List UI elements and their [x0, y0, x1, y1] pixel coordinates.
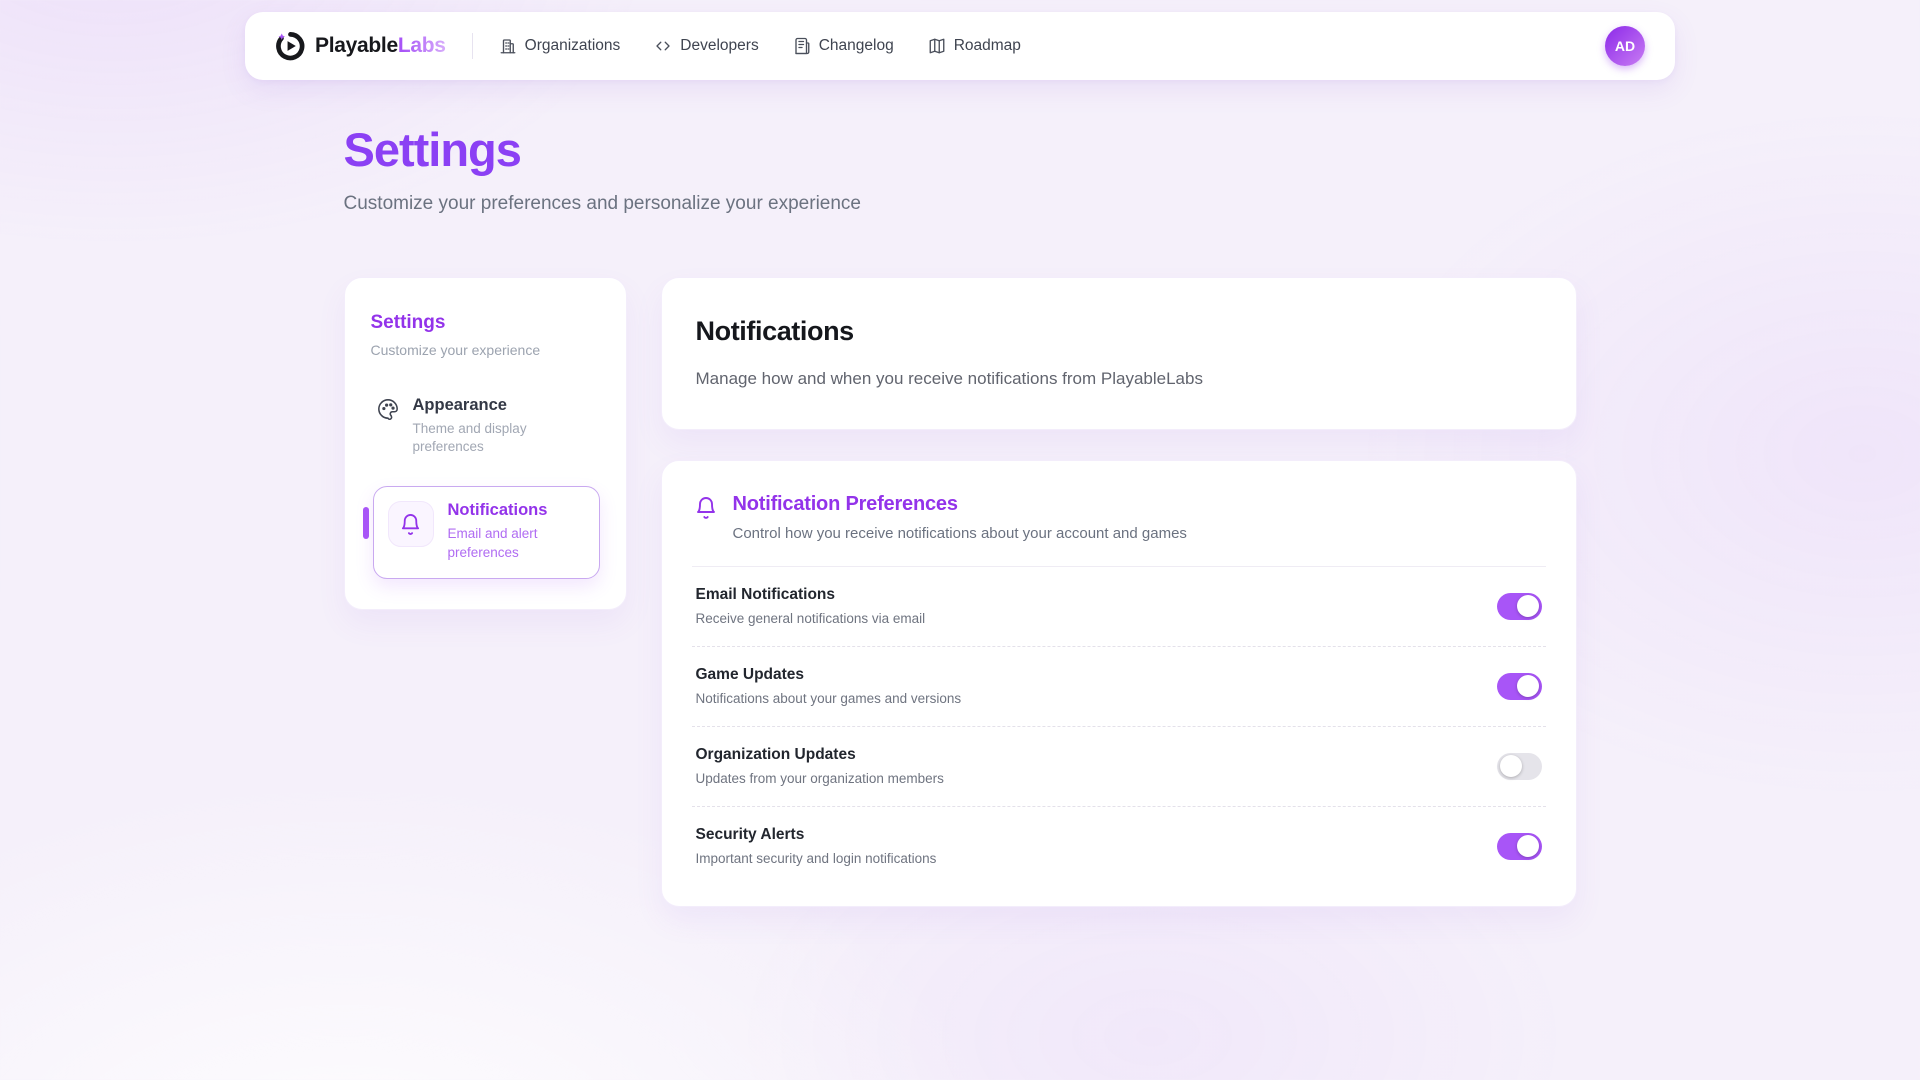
toggle-row-text: Game Updates Notifications about your ga… [696, 666, 962, 706]
toggle-row-label: Security Alerts [696, 826, 937, 844]
nav-item-organizations[interactable]: Organizations [499, 37, 621, 55]
toggle-row-label: Email Notifications [696, 586, 926, 604]
notifications-header-card: Notifications Manage how and when you re… [661, 277, 1577, 430]
toggle-row-description: Receive general notifications via email [696, 611, 926, 626]
toggle-knob [1500, 755, 1522, 777]
nav-item-roadmap[interactable]: Roadmap [928, 37, 1021, 55]
sidebar-item-text: Notifications Email and alert preference… [448, 501, 568, 561]
brand-second: Labs [398, 34, 446, 57]
email-notifications-toggle[interactable] [1497, 593, 1542, 620]
map-icon [928, 37, 946, 55]
section-title: Notifications [696, 316, 1542, 347]
top-nav-bar: PlayableLabs Organizations Developers Ch… [245, 12, 1675, 80]
toggle-row-security-alerts: Security Alerts Important security and l… [692, 807, 1546, 886]
nav-item-label: Developers [680, 37, 758, 55]
user-avatar[interactable]: AD [1605, 26, 1645, 66]
toggle-row-game-updates: Game Updates Notifications about your ga… [692, 647, 1546, 726]
nav-divider [472, 33, 473, 59]
brand-logo[interactable]: PlayableLabs [275, 31, 446, 61]
playablelabs-logo-icon [275, 31, 305, 61]
toggle-knob [1517, 835, 1539, 857]
toggle-row-text: Organization Updates Updates from your o… [696, 746, 944, 786]
toggle-row-label: Game Updates [696, 666, 962, 684]
active-item-accent-bar [363, 507, 369, 539]
nav-item-label: Organizations [525, 37, 621, 55]
bell-icon [399, 513, 422, 536]
nav-item-label: Roadmap [954, 37, 1021, 55]
changelog-icon [793, 37, 811, 55]
preferences-header: Notification Preferences Control how you… [692, 491, 1546, 566]
page-subtitle: Customize your preferences and personali… [344, 193, 1577, 215]
settings-main-column: Notifications Manage how and when you re… [661, 277, 1577, 907]
section-subtitle: Manage how and when you receive notifica… [696, 369, 1542, 389]
nav-item-changelog[interactable]: Changelog [793, 37, 894, 55]
page-title: Settings [344, 122, 1577, 177]
toggle-row-text: Security Alerts Important security and l… [696, 826, 937, 866]
building-icon [499, 37, 517, 55]
palette-icon [377, 398, 399, 420]
sidebar-item-description: Email and alert preferences [448, 525, 568, 561]
toggle-knob [1517, 675, 1539, 697]
toggle-row-description: Updates from your organization members [696, 771, 944, 786]
nav-items: Organizations Developers Changelog Roadm… [499, 37, 1021, 55]
game-updates-toggle[interactable] [1497, 673, 1542, 700]
preferences-subtitle: Control how you receive notifications ab… [733, 525, 1187, 542]
sidebar-item-label: Appearance [413, 396, 543, 415]
toggle-row-email-notifications: Email Notifications Receive general noti… [692, 567, 1546, 646]
bell-icon [694, 496, 718, 520]
security-alerts-toggle[interactable] [1497, 833, 1542, 860]
toggle-row-description: Notifications about your games and versi… [696, 691, 962, 706]
bell-icon-chip [388, 501, 434, 547]
sidebar-item-label: Notifications [448, 501, 568, 520]
sidebar-subtitle: Customize your experience [371, 342, 600, 358]
toggle-row-description: Important security and login notificatio… [696, 851, 937, 866]
nav-item-developers[interactable]: Developers [654, 37, 758, 55]
organization-updates-toggle[interactable] [1497, 753, 1542, 780]
toggle-row-organization-updates: Organization Updates Updates from your o… [692, 727, 1546, 806]
sidebar-item-notifications[interactable]: Notifications Email and alert preference… [373, 486, 600, 578]
sidebar-item-appearance[interactable]: Appearance Theme and display preferences [371, 392, 600, 460]
settings-sidebar: Settings Customize your experience Appea… [344, 277, 627, 610]
settings-grid: Settings Customize your experience Appea… [344, 277, 1577, 907]
toggle-row-text: Email Notifications Receive general noti… [696, 586, 926, 626]
preferences-title: Notification Preferences [733, 493, 1187, 516]
toggle-knob [1517, 595, 1539, 617]
sidebar-item-description: Theme and display preferences [413, 420, 543, 456]
brand-wordmark: PlayableLabs [315, 34, 446, 58]
sidebar-item-text: Appearance Theme and display preferences [413, 396, 543, 456]
page-content: Settings Customize your preferences and … [344, 80, 1577, 907]
brand-first: Playable [315, 34, 398, 57]
code-icon [654, 37, 672, 55]
sidebar-title: Settings [371, 312, 600, 334]
preferences-header-text: Notification Preferences Control how you… [733, 493, 1187, 542]
notification-preferences-card: Notification Preferences Control how you… [661, 460, 1577, 907]
toggle-row-label: Organization Updates [696, 746, 944, 764]
nav-item-label: Changelog [819, 37, 894, 55]
